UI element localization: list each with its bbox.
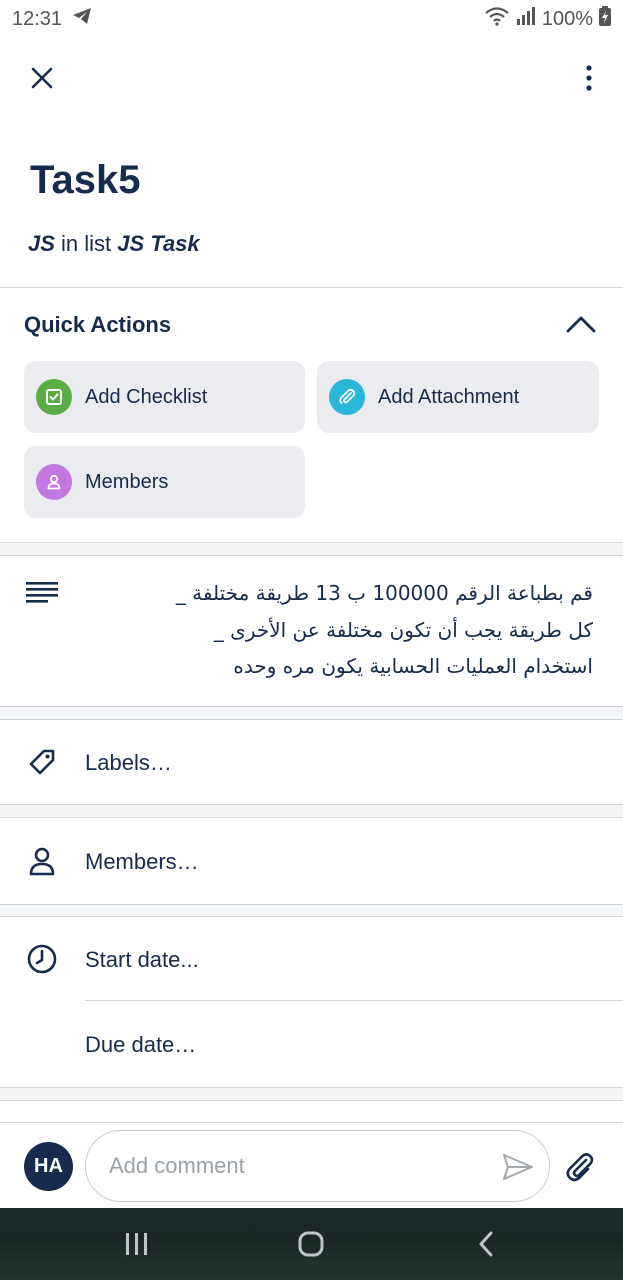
start-date-text: Start date...	[85, 947, 199, 972]
list-prefix: in list	[61, 231, 112, 256]
status-left: 12:31	[12, 7, 92, 31]
back-button[interactable]	[466, 1226, 506, 1262]
attachment-icon	[329, 379, 365, 415]
checklist-icon	[36, 379, 72, 415]
attach-button[interactable]	[562, 1149, 598, 1185]
labels-text: Labels…	[85, 750, 172, 775]
add-checklist-label: Add Checklist	[85, 385, 208, 408]
battery-icon	[599, 6, 611, 32]
labels-row[interactable]: Labels…	[0, 720, 623, 804]
send-icon	[503, 1154, 533, 1180]
home-button[interactable]	[291, 1226, 331, 1262]
members-text: Members…	[85, 849, 199, 874]
status-right: 100%	[484, 6, 611, 32]
recent-apps-button[interactable]	[117, 1226, 157, 1262]
add-attachment-label: Add Attachment	[378, 385, 520, 408]
status-time: 12:31	[12, 7, 63, 30]
close-icon	[31, 67, 53, 89]
person-icon	[25, 844, 59, 878]
system-nav-bar	[0, 1208, 623, 1280]
top-bar	[0, 48, 623, 108]
chevron-up-icon	[566, 316, 596, 333]
home-icon	[298, 1231, 324, 1257]
member-icon	[36, 464, 72, 500]
description-line: كل طريقة يجب أن تكون مختلفة عن الأخرى _	[213, 617, 593, 642]
members-row[interactable]: Members…	[0, 818, 623, 904]
start-date-row[interactable]: Start date...	[0, 917, 623, 1001]
section-separator	[0, 706, 623, 720]
signal-icon	[516, 7, 536, 31]
recent-apps-icon	[126, 1233, 147, 1255]
back-icon	[479, 1231, 493, 1257]
comment-bar: HA	[0, 1122, 623, 1208]
clock-icon	[25, 942, 59, 976]
comment-input[interactable]	[85, 1130, 550, 1202]
description-line: استخدام العمليات الحسابية يكون مره وحده	[233, 654, 593, 678]
divider	[0, 287, 623, 288]
description-line: قم بطباعة الرقم 100000 ب 13 طريقة مختلفة…	[175, 581, 593, 605]
add-attachment-button[interactable]: Add Attachment	[317, 361, 599, 433]
telegram-icon	[72, 7, 92, 31]
section-separator	[0, 1087, 623, 1101]
board-name[interactable]: JS	[28, 231, 55, 256]
members-quick-button[interactable]: Members	[24, 446, 305, 518]
paperclip-icon	[566, 1153, 594, 1182]
close-button[interactable]	[22, 58, 62, 98]
list-name[interactable]: JS Task	[117, 231, 199, 256]
tag-icon	[25, 745, 59, 779]
send-button[interactable]	[500, 1149, 536, 1185]
more-vertical-icon	[586, 65, 592, 91]
card-location: JS in list JS Task	[28, 231, 200, 257]
more-options-button[interactable]	[571, 58, 607, 98]
quick-actions-header: Quick Actions	[24, 312, 172, 337]
battery-level: 100%	[541, 7, 593, 30]
due-date-row[interactable]: Due date…	[0, 1001, 623, 1087]
section-separator	[0, 804, 623, 818]
card-title[interactable]: Task5	[30, 158, 140, 203]
section-separator	[0, 904, 623, 917]
members-quick-label: Members	[85, 470, 169, 493]
status-bar: 12:31 100%	[0, 0, 623, 38]
description-text[interactable]: قم بطباعة الرقم 100000 ب 13 طريقة مختلفة…	[153, 575, 593, 685]
avatar[interactable]: HA	[24, 1142, 73, 1191]
quick-actions-collapse-button[interactable]	[565, 308, 597, 340]
add-checklist-button[interactable]: Add Checklist	[24, 361, 305, 433]
due-date-text: Due date…	[85, 1032, 197, 1057]
wifi-icon	[484, 6, 510, 32]
section-separator	[0, 542, 623, 556]
description-icon	[26, 582, 58, 609]
